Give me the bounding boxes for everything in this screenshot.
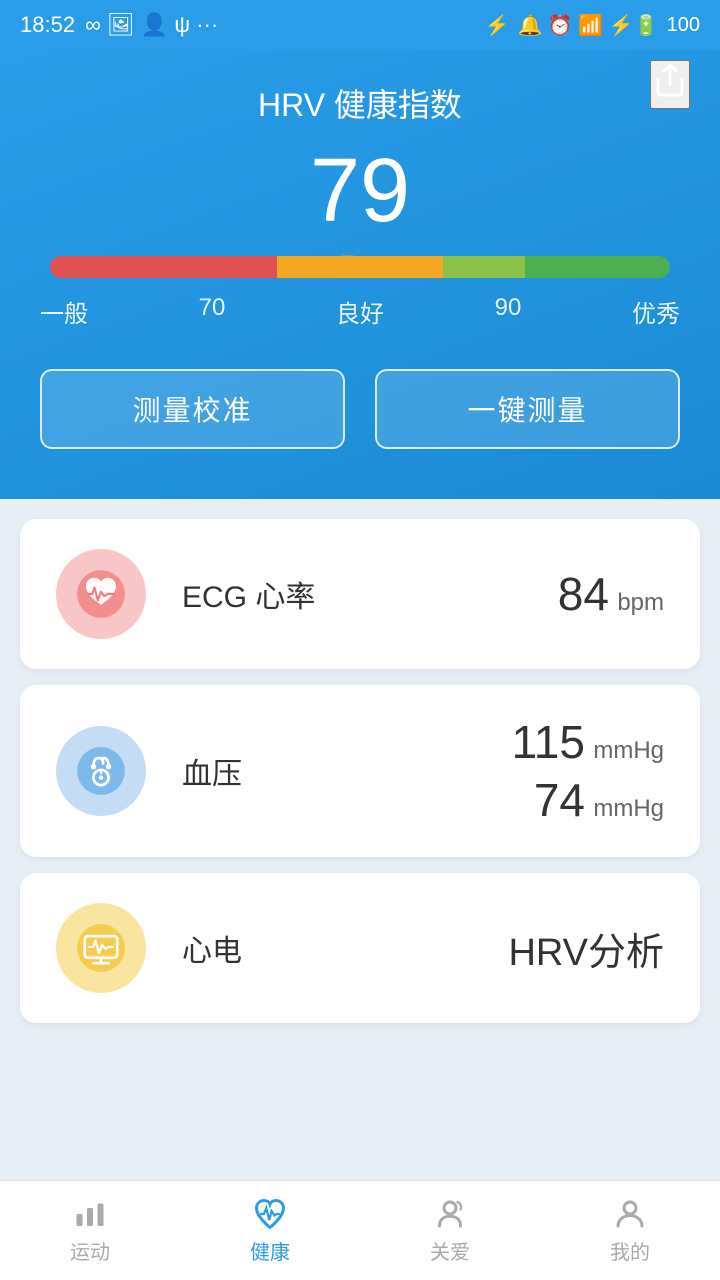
ecg-value-big: 84 <box>558 568 609 620</box>
label-good: 良好 <box>336 294 384 329</box>
nav-care[interactable]: 关爱 <box>360 1186 540 1275</box>
exercise-icon <box>72 1196 108 1232</box>
hrv-label: 心电 <box>182 926 508 970</box>
share-button[interactable] <box>650 60 690 109</box>
ecg-heart-icon <box>75 568 127 620</box>
bp-systolic-big: 115 <box>512 716 585 768</box>
ecg-hrv-card[interactable]: 心电 HRV分析 <box>20 873 700 1023</box>
bar-segment-green <box>525 256 670 278</box>
label-general: 一般 <box>40 294 88 329</box>
ecg-value: 84 bpm <box>558 567 664 621</box>
bp-systolic-unit: mmHg <box>593 737 664 764</box>
nav-care-label: 关爱 <box>430 1236 470 1265</box>
bar-segment-lightgreen <box>443 256 526 278</box>
bluetooth-icon: ⚡ <box>485 13 510 38</box>
nav-exercise[interactable]: 运动 <box>0 1186 180 1275</box>
hero-score: 79 <box>310 146 410 236</box>
nav-mine-label: 我的 <box>610 1236 650 1265</box>
calibrate-button[interactable]: 测量校准 <box>40 369 345 449</box>
bp-icon-wrap <box>56 726 146 816</box>
bar-segment-yellow <box>277 256 442 278</box>
nav-mine[interactable]: 我的 <box>540 1186 720 1275</box>
score-arrow: ▼ <box>338 250 358 273</box>
hrv-value: HRV分析 <box>508 921 664 976</box>
bp-label: 血压 <box>182 749 512 793</box>
status-bar: 18:52 ∞ 🖼 👤 ψ ··· ⚡ 🔔 ⏰ 📶 ⚡🔋 100 <box>0 0 720 50</box>
care-icon <box>432 1196 468 1232</box>
label-70: 70 <box>199 294 226 329</box>
bp-systolic: 115 mmHg <box>512 715 664 769</box>
monitor-ecg-icon <box>75 922 127 974</box>
score-bar <box>50 256 670 278</box>
label-90: 90 <box>495 294 522 329</box>
hrv-icon-wrap <box>56 903 146 993</box>
battery-level: 100 <box>667 14 700 37</box>
status-time: 18:52 <box>20 12 75 38</box>
status-icons: ∞ 🖼 👤 ψ ··· <box>85 12 218 38</box>
bp-diastolic-big: 74 <box>534 774 585 826</box>
bar-segment-red <box>50 256 277 278</box>
ecg-heartrate-card[interactable]: ECG 心率 84 bpm <box>20 519 700 669</box>
bp-diastolic: 74 mmHg <box>534 773 664 827</box>
nav-exercise-label: 运动 <box>70 1236 110 1265</box>
health-icon <box>252 1196 288 1232</box>
bp-diastolic-unit: mmHg <box>593 795 664 822</box>
label-excellent: 优秀 <box>632 294 680 329</box>
measure-button[interactable]: 一键测量 <box>375 369 680 449</box>
blood-pressure-card[interactable]: 血压 115 mmHg 74 mmHg <box>20 685 700 857</box>
ecg-label: ECG 心率 <box>182 572 558 616</box>
bottom-nav: 运动 健康 关爱 我的 <box>0 1180 720 1280</box>
ecg-icon-wrap <box>56 549 146 639</box>
score-labels: 一般 70 良好 90 优秀 <box>40 294 680 329</box>
cards-section: ECG 心率 84 bpm 血压 115 mmHg <box>0 499 720 1280</box>
bp-value: 115 mmHg 74 mmHg <box>512 715 664 827</box>
hrv-value-big: HRV分析 <box>508 932 664 974</box>
signal-icons: 🔔 ⏰ 📶 ⚡🔋 <box>517 13 658 38</box>
hero-section: HRV 健康指数 79 ▼ 一般 70 良好 90 优秀 测量校准 一键测量 <box>0 50 720 499</box>
ecg-value-unit: bpm <box>617 589 664 616</box>
mine-icon <box>612 1196 648 1232</box>
status-bar-right: ⚡ 🔔 ⏰ 📶 ⚡🔋 100 <box>485 13 700 38</box>
hero-buttons: 测量校准 一键测量 <box>40 369 680 449</box>
status-bar-left: 18:52 ∞ 🖼 👤 ψ ··· <box>20 12 218 38</box>
hero-title: HRV 健康指数 <box>258 80 462 126</box>
nav-health-label: 健康 <box>250 1236 290 1265</box>
nav-health[interactable]: 健康 <box>180 1186 360 1275</box>
stethoscope-icon <box>75 745 127 797</box>
score-indicator: ▼ <box>50 256 670 278</box>
